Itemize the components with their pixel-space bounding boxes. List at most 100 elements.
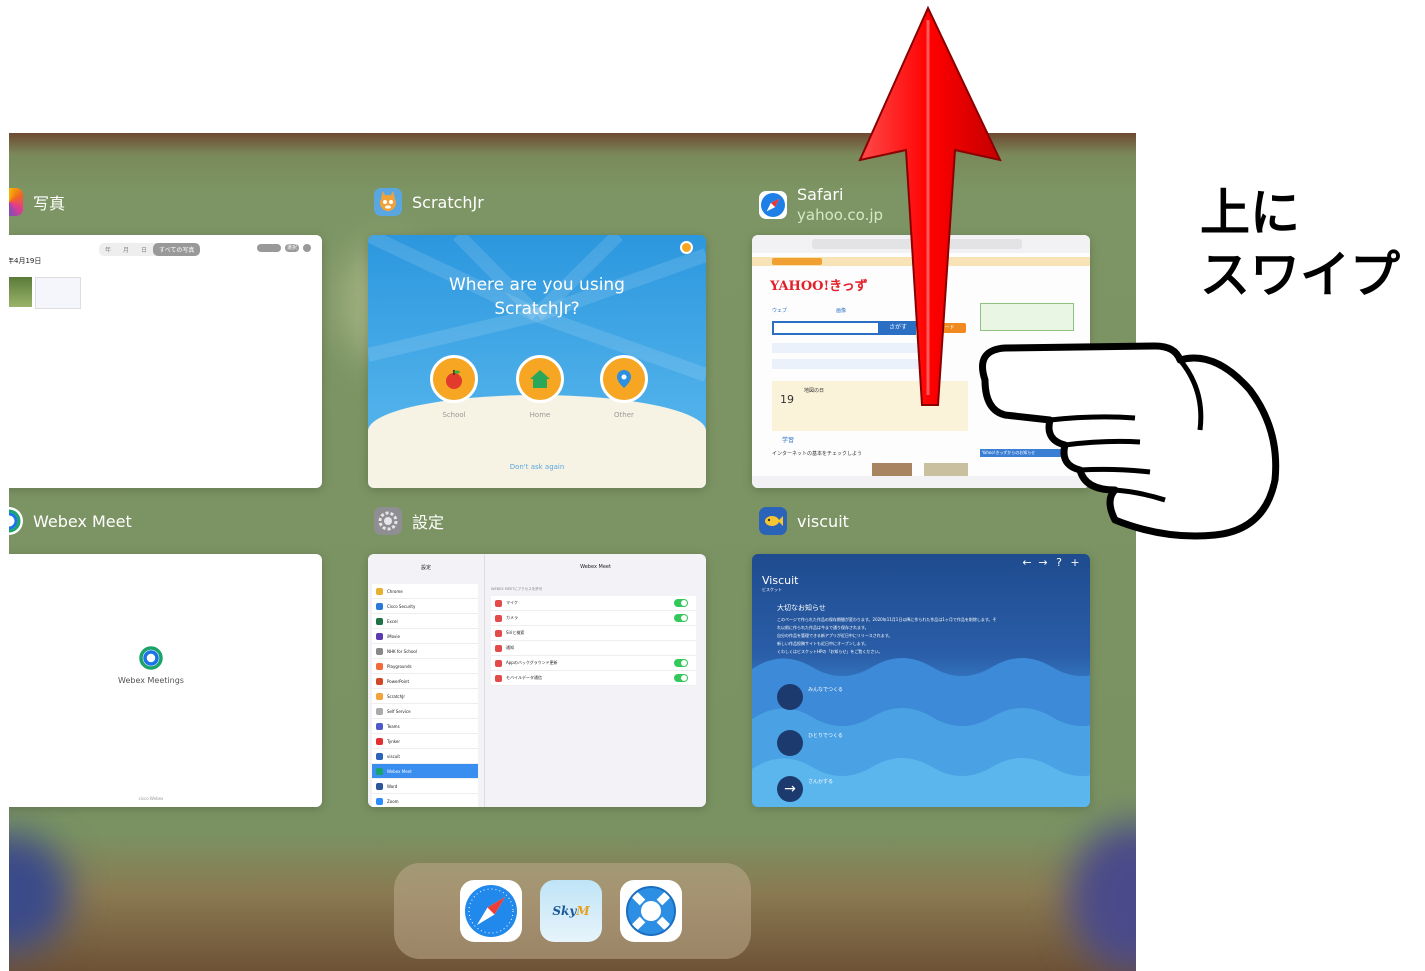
dock-self-service[interactable]: [620, 880, 682, 942]
annotation-line2: スワイプ: [1200, 246, 1400, 304]
toggle-switch[interactable]: [674, 674, 688, 682]
permission-row[interactable]: カメラ: [491, 611, 696, 626]
scratchjr-title: ScratchJr: [412, 192, 484, 212]
help-icon[interactable]: ?: [1052, 556, 1066, 570]
settings-app-label: Cisco Security: [387, 603, 416, 609]
settings-app-label: Word: [387, 783, 398, 789]
permission-icon: [495, 614, 502, 622]
permission-icon: [495, 629, 502, 637]
app-icon: [376, 647, 383, 655]
permission-row[interactable]: Siriと検索: [491, 626, 696, 641]
settings-app-row[interactable]: Self Service: [372, 704, 478, 719]
permission-row[interactable]: モバイルデータ通信: [491, 671, 696, 686]
settings-card[interactable]: 設定 Chrome Cisco Security Excel iMovie NHK fo…: [368, 554, 706, 807]
scratchjr-question: Where are you using ScratchJr?: [449, 275, 625, 319]
toggle-knob: [681, 675, 687, 681]
back-arrow-icon[interactable]: ←: [1020, 556, 1034, 570]
settings-app-row[interactable]: NHK for School: [372, 644, 478, 659]
settings-app-row[interactable]: Word: [372, 779, 478, 794]
permission-label: カメラ: [506, 615, 518, 620]
permission-label: 通知: [506, 645, 514, 650]
settings-app-row[interactable]: Excel: [372, 614, 478, 629]
permission-row[interactable]: Appのバックグラウンド更新: [491, 656, 696, 671]
scratchjr-card[interactable]: Where are you using ScratchJr? School Ho…: [368, 235, 706, 488]
school-button[interactable]: [430, 355, 478, 403]
solo-create-button[interactable]: [777, 730, 803, 756]
notice-body: このページで作られた作品の保存期間が変わります。2020年11月1日以降に作られ…: [777, 616, 1077, 656]
viscuit-logo-sub: ビスケット: [762, 587, 782, 592]
settings-app-row[interactable]: Teams: [372, 719, 478, 734]
app-icon: [376, 662, 383, 670]
apple-icon: [446, 370, 462, 389]
settings-app-row[interactable]: ScratchJr: [372, 689, 478, 704]
permission-row[interactable]: マイク: [491, 596, 696, 611]
permission-label: Siriと検索: [506, 630, 525, 635]
viscuit-waves: [752, 658, 1090, 807]
settings-app-row[interactable]: Zoom: [372, 794, 478, 807]
wallpaper-blur: [1069, 823, 1136, 971]
photos-date: 年4月19日: [9, 257, 42, 265]
group-create-label[interactable]: みんなでつくる: [808, 686, 843, 693]
photo-thumb: [35, 277, 81, 309]
permission-icon: [495, 599, 502, 607]
settings-app-row[interactable]: Tynker: [372, 734, 478, 749]
webex-label: Webex Meetings: [118, 676, 184, 685]
other-button[interactable]: [600, 355, 648, 403]
join-button[interactable]: →: [777, 776, 803, 802]
toggle-switch[interactable]: [674, 659, 688, 667]
cisco-footer: cisco Webex: [138, 796, 164, 801]
app-icon: [376, 617, 383, 625]
group-create-button[interactable]: [777, 684, 803, 710]
notice-line: 新しい作品投稿サイトも近日中にオープンします。: [777, 641, 869, 646]
settings-app-row[interactable]: viscuit: [372, 749, 478, 764]
photos-pill: [257, 244, 281, 252]
notice-line: くわしくはビスケットHPの「お知らせ」をご覧ください。: [777, 649, 883, 654]
skymenu-logo-icon: SkyM: [552, 904, 590, 918]
toggle-switch[interactable]: [674, 614, 688, 622]
app-icon: [376, 707, 383, 715]
join-label[interactable]: さんかする: [808, 778, 833, 785]
forward-arrow-icon[interactable]: →: [1036, 556, 1050, 570]
toggle-knob: [681, 660, 687, 666]
settings-app-row[interactable]: Webex Meet: [372, 764, 478, 779]
app-icon: [376, 602, 383, 610]
plus-icon[interactable]: +: [1068, 556, 1082, 570]
photo-thumb: [9, 277, 32, 307]
scratchjr-header: ScratchJr: [374, 188, 484, 216]
safari-compass-icon: [465, 885, 517, 937]
study-text[interactable]: インターネットの基本をチェックしよう: [772, 450, 862, 457]
settings-app-label: Webex Meet: [387, 768, 412, 774]
permission-label: マイク: [506, 600, 518, 605]
scratchjr-icon: [374, 188, 402, 216]
home-button[interactable]: [516, 355, 564, 403]
permission-row[interactable]: 通知: [491, 641, 696, 656]
dock-safari[interactable]: [460, 880, 522, 942]
notice-line: れ以前に作られた作品は今まで通り保存されます。: [777, 625, 869, 630]
permission-icon: [495, 674, 502, 682]
app-icon: [376, 782, 383, 790]
settings-app-row[interactable]: Playgrounds: [372, 659, 478, 674]
dont-ask-link[interactable]: Don't ask again: [487, 463, 587, 471]
viscuit-header: viscuit: [759, 507, 849, 535]
solo-create-label[interactable]: ひとりでつくる: [808, 732, 843, 739]
webex-logo-icon: [139, 646, 163, 670]
settings-app-row[interactable]: Chrome: [372, 584, 478, 599]
school-label: School: [442, 411, 466, 419]
settings-app-row[interactable]: iMovie: [372, 629, 478, 644]
settings-app-row[interactable]: Cisco Security: [372, 599, 478, 614]
viscuit-card[interactable]: ← → ? + Viscuit ビスケット 大切なお知らせ このページで作られた…: [752, 554, 1090, 807]
settings-app-row[interactable]: PowerPoint: [372, 674, 478, 689]
settings-app-label: Self Service: [387, 708, 411, 714]
photos-card[interactable]: 年 月 日 すべての写真 選択 年4月19日: [9, 235, 322, 488]
home-icon: [530, 370, 550, 388]
viscuit-nav: ← → ? +: [1020, 556, 1082, 570]
settings-gear-icon[interactable]: [680, 241, 693, 254]
app-icon: [376, 767, 383, 775]
toggle-switch[interactable]: [674, 599, 688, 607]
webex-card[interactable]: Webex Meetings cisco Webex: [9, 554, 322, 807]
dock-skymenu[interactable]: SkyM: [540, 880, 602, 942]
app-icon: [376, 587, 383, 595]
web-tab[interactable]: ウェブ: [772, 307, 812, 315]
viscuit-title: viscuit: [797, 511, 849, 531]
settings-app-label: Tynker: [387, 738, 401, 744]
